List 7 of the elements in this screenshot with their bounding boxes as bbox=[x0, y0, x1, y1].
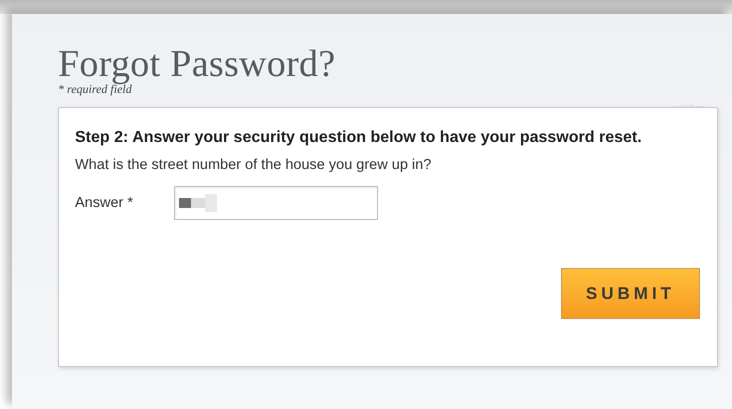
answer-label: Answer * bbox=[75, 195, 134, 211]
security-question: What is the street number of the house you grew up in? bbox=[75, 157, 432, 173]
answer-field[interactable] bbox=[174, 186, 378, 220]
pixelated-value-icon bbox=[179, 194, 219, 212]
step-heading: Step 2: Answer your security question below to have your password reset. bbox=[75, 128, 643, 148]
page-title: Forgot Password? bbox=[58, 44, 336, 84]
submit-button[interactable]: SUBMIT bbox=[561, 268, 700, 319]
